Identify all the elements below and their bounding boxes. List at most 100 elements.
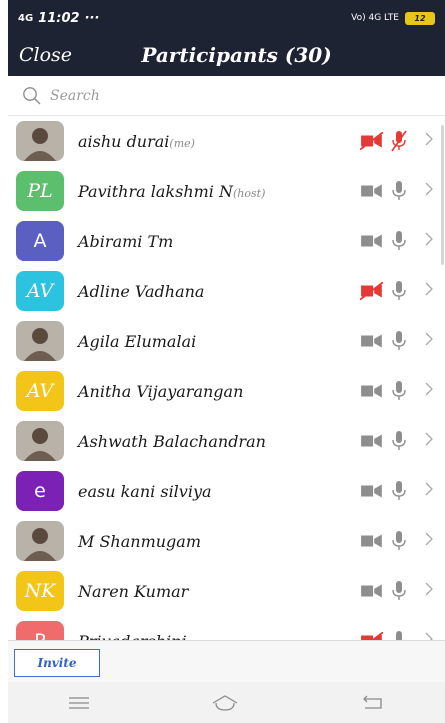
footer-bar: Invite — [8, 640, 445, 682]
search-input[interactable]: Search — [50, 88, 100, 104]
participant-row[interactable]: AV Anitha Vijayarangan — [8, 366, 445, 416]
mic-icon — [392, 331, 406, 350]
chevron-right-icon[interactable] — [424, 580, 434, 602]
video-icon — [361, 234, 382, 248]
participant-name: Anitha Vijayarangan — [78, 382, 243, 401]
participant-name-text: aishu durai — [78, 131, 170, 151]
scrollbar[interactable] — [441, 125, 444, 265]
participant-name-text: Pavithra lakshmi N — [78, 181, 233, 201]
status-right: Vo) 4G LTE 12 — [351, 11, 435, 25]
video-off-icon — [360, 132, 384, 150]
participant-row[interactable]: e easu kani silviya — [8, 466, 445, 516]
chevron-right-icon[interactable] — [424, 330, 434, 352]
chevron-right-icon[interactable] — [424, 480, 434, 502]
participant-name: M Shanmugam — [78, 532, 201, 551]
chevron-right-icon[interactable] — [424, 430, 434, 452]
participant-name: Priyadarshini — [78, 632, 187, 641]
status-extra: ··· — [84, 10, 100, 26]
avatar: PL — [16, 171, 64, 211]
back-icon[interactable] — [361, 695, 385, 711]
home-icon[interactable] — [210, 694, 240, 712]
video-icon — [361, 434, 382, 448]
video-icon — [361, 584, 382, 598]
menu-icon[interactable] — [68, 696, 90, 710]
participant-name-text: easu kani silviya — [78, 481, 212, 501]
mic-icon — [392, 581, 406, 600]
participant-name: Agila Elumalai — [78, 332, 196, 351]
participant-row[interactable]: A Abirami Tm — [8, 216, 445, 266]
participant-name: Pavithra lakshmi N(host) — [78, 182, 265, 201]
video-icon — [361, 334, 382, 348]
media-status — [360, 230, 408, 252]
participant-row[interactable]: AV Adline Vadhana — [8, 266, 445, 316]
user-photo-icon — [16, 321, 64, 361]
avatar — [16, 321, 64, 361]
search-bar[interactable]: Search — [8, 76, 445, 116]
mic-icon — [392, 181, 406, 200]
status-time: 11:02 — [38, 10, 80, 26]
chevron-right-icon[interactable] — [424, 630, 434, 640]
participant-name-text: Priyadarshini — [78, 632, 187, 641]
participant-row[interactable]: aishu durai(me) — [8, 116, 445, 166]
avatar: NK — [16, 571, 64, 611]
search-icon — [23, 86, 41, 104]
participant-row[interactable]: NK Naren Kumar — [8, 566, 445, 616]
participant-row[interactable]: Ashwath Balachandran — [8, 416, 445, 466]
mic-off-icon — [391, 130, 407, 152]
user-photo-icon — [16, 121, 64, 161]
mic-icon — [392, 431, 406, 450]
avatar — [16, 521, 64, 561]
mic-icon — [392, 281, 406, 300]
participant-name-text: Adline Vadhana — [78, 281, 205, 301]
media-status — [360, 380, 408, 402]
participant-name-text: Anitha Vijayarangan — [78, 381, 244, 401]
avatar: P — [16, 621, 64, 640]
video-icon — [361, 534, 382, 548]
media-status — [360, 280, 408, 302]
media-status — [360, 580, 408, 602]
signal-indicator: 4G — [18, 12, 34, 24]
chevron-right-icon[interactable] — [424, 380, 434, 402]
mic-icon — [392, 381, 406, 400]
participant-name: Naren Kumar — [78, 582, 188, 601]
participant-name-text: Ashwath Balachandran — [78, 431, 266, 451]
avatar — [16, 121, 64, 161]
mic-icon — [392, 531, 406, 550]
chevron-right-icon[interactable] — [424, 130, 434, 152]
media-status — [360, 530, 408, 552]
user-photo-icon — [16, 521, 64, 561]
mic-icon — [392, 231, 406, 250]
chevron-right-icon[interactable] — [424, 280, 434, 302]
participant-row[interactable]: PL Pavithra lakshmi N(host) — [8, 166, 445, 216]
participant-name-text: Abirami Tm — [78, 231, 174, 251]
participant-row[interactable]: M Shanmugam — [8, 516, 445, 566]
avatar: A — [16, 221, 64, 261]
participant-name-text: M Shanmugam — [78, 531, 202, 551]
mic-icon — [393, 631, 405, 640]
participant-row[interactable]: P Priyadarshini — [8, 616, 445, 640]
media-status — [360, 430, 408, 452]
media-status — [360, 630, 408, 640]
battery-icon: 12 — [405, 11, 435, 25]
page-title: Participants (30) — [141, 43, 332, 67]
participant-row[interactable]: Agila Elumalai — [8, 316, 445, 366]
video-off-icon — [360, 282, 384, 300]
network-indicator: Vo) 4G LTE — [351, 13, 399, 23]
media-status — [360, 480, 408, 502]
chevron-right-icon[interactable] — [424, 230, 434, 252]
chevron-right-icon[interactable] — [424, 530, 434, 552]
media-status — [360, 330, 408, 352]
avatar: AV — [16, 271, 64, 311]
video-icon — [361, 384, 382, 398]
chevron-right-icon[interactable] — [424, 180, 434, 202]
participant-name: Abirami Tm — [78, 232, 173, 251]
header: Close Participants (30) — [8, 36, 445, 76]
mic-icon — [392, 481, 406, 500]
system-nav-bar — [8, 682, 445, 723]
user-photo-icon — [16, 421, 64, 461]
participant-name: easu kani silviya — [78, 482, 212, 501]
status-bar: 4G 11:02 ··· Vo) 4G LTE 12 — [8, 0, 445, 36]
participant-name: Adline Vadhana — [78, 282, 204, 301]
video-icon — [361, 184, 382, 198]
invite-button[interactable]: Invite — [14, 649, 100, 677]
